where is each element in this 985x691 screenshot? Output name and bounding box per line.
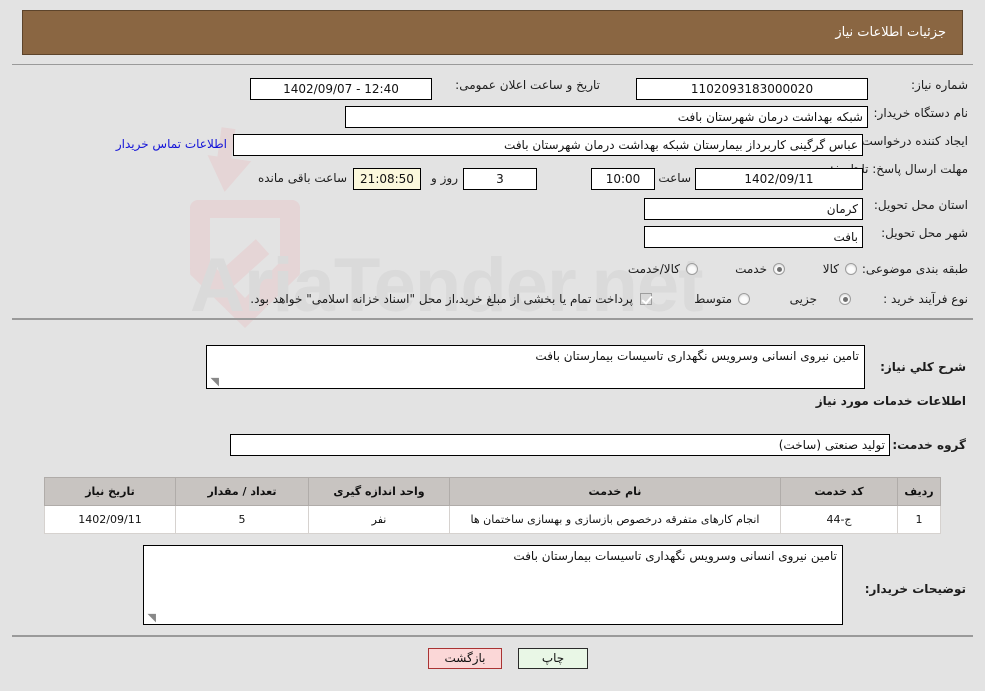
deadline-remaining-label: ساعت باقی مانده [257,171,347,185]
need-number-field[interactable]: 1102093183000020 [636,78,868,100]
buyer-notes-textarea[interactable]: تامین نیروی انسانی وسرویس نگهداری تاسیسا… [143,545,843,625]
city-field[interactable]: بافت [644,226,863,248]
services-heading: اطلاعات خدمات مورد نیاز [815,394,966,408]
back-button[interactable]: بازگشت [428,648,502,669]
cell-service-name: انجام کارهای متفرقه درخصوص بازسازی و بهس… [449,505,781,534]
deadline-days-label: روز و [431,171,458,185]
col-service-name: نام خدمت [449,477,781,506]
table-header-row: ردیف کد خدمت نام خدمت واحد اندازه گیری ت… [44,477,941,506]
buyer-org-field[interactable]: شبکه بهداشت درمان شهرستان بافت [345,106,868,128]
general-desc-label: شرح کلي نیاز: [880,360,966,374]
creator-field[interactable]: عباس گرگینی کاربرداز بیمارستان شبکه بهدا… [233,134,863,156]
deadline-countdown-field: 21:08:50 [353,168,421,190]
deadline-hour-field[interactable]: 10:00 [591,168,655,190]
province-field[interactable]: کرمان [644,198,863,220]
print-button[interactable]: چاپ [518,648,588,669]
cell-unit: نفر [308,505,450,534]
page-title: جزئیات اطلاعات نیاز [835,25,946,40]
col-service-code: کد خدمت [780,477,898,506]
general-desc-textarea[interactable]: تامین نیروی انسانی وسرویس نگهداری تاسیسا… [206,345,865,389]
deadline-hour-label: ساعت [658,171,691,185]
service-group-label: گروه خدمت: [892,438,966,452]
announce-date-field[interactable]: 1402/09/07 - 12:40 [250,78,432,100]
cell-row-no: 1 [897,505,941,534]
cell-need-date: 1402/09/11 [44,505,176,534]
resize-grip-icon[interactable]: ◥ [209,376,219,387]
need-info-panel [12,64,973,320]
buyer-notes-label: توضیحات خریدار: [864,582,966,596]
general-desc-value: تامین نیروی انسانی وسرویس نگهداری تاسیسا… [535,349,859,363]
col-need-date: تاریخ نیاز [44,477,176,506]
deadline-date-field[interactable]: 1402/09/11 [695,168,863,190]
col-quantity: تعداد / مقدار [175,477,309,506]
buyer-notes-value: تامین نیروی انسانی وسرویس نگهداری تاسیسا… [513,549,837,563]
page-title-bar: جزئیات اطلاعات نیاز [22,10,963,55]
col-row-no: ردیف [897,477,941,506]
cell-quantity: 5 [175,505,309,534]
cell-service-code: ج-44 [780,505,898,534]
col-unit: واحد اندازه گیری [308,477,450,506]
service-group-field[interactable]: تولید صنعتی (ساخت) [230,434,890,456]
buyer-notes-resize-grip-icon[interactable]: ◥ [146,612,156,623]
services-table: ردیف کد خدمت نام خدمت واحد اندازه گیری ت… [44,477,941,534]
deadline-days-field[interactable]: 3 [463,168,537,190]
deadline-label: مهلت ارسال پاسخ: تا تاریخ: [829,162,968,176]
table-row[interactable]: 1 ج-44 انجام کارهای متفرقه درخصوص بازساز… [44,505,941,534]
buyer-contact-link[interactable]: اطلاعات تماس خریدار [116,137,227,151]
